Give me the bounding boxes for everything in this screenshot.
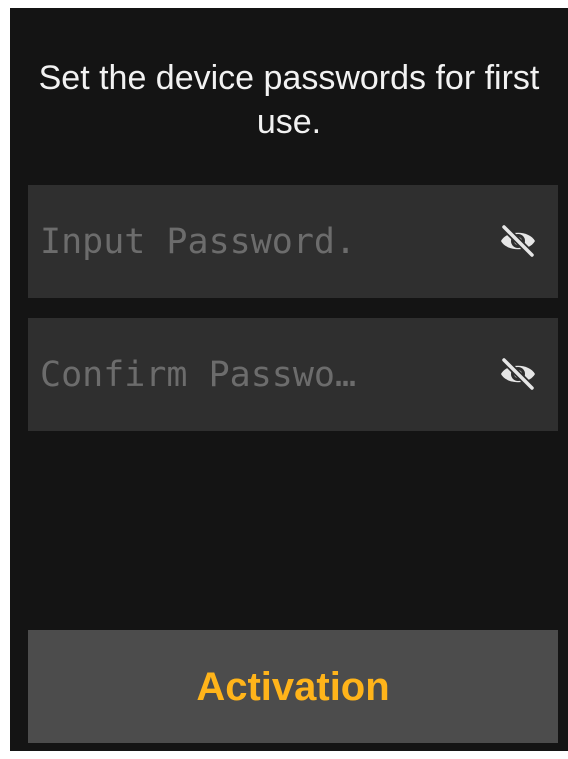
confirm-password-input[interactable] [40, 318, 480, 431]
password-field[interactable] [28, 185, 558, 298]
eye-slash-icon[interactable] [498, 356, 538, 392]
page-title: Set the device passwords for first use. [38, 59, 540, 141]
confirm-password-field[interactable] [28, 318, 558, 431]
password-input[interactable] [40, 185, 480, 298]
activation-button[interactable]: Activation [28, 630, 558, 743]
activation-screen: Set the device passwords for first use. [10, 8, 568, 751]
eye-slash-icon[interactable] [498, 223, 538, 259]
